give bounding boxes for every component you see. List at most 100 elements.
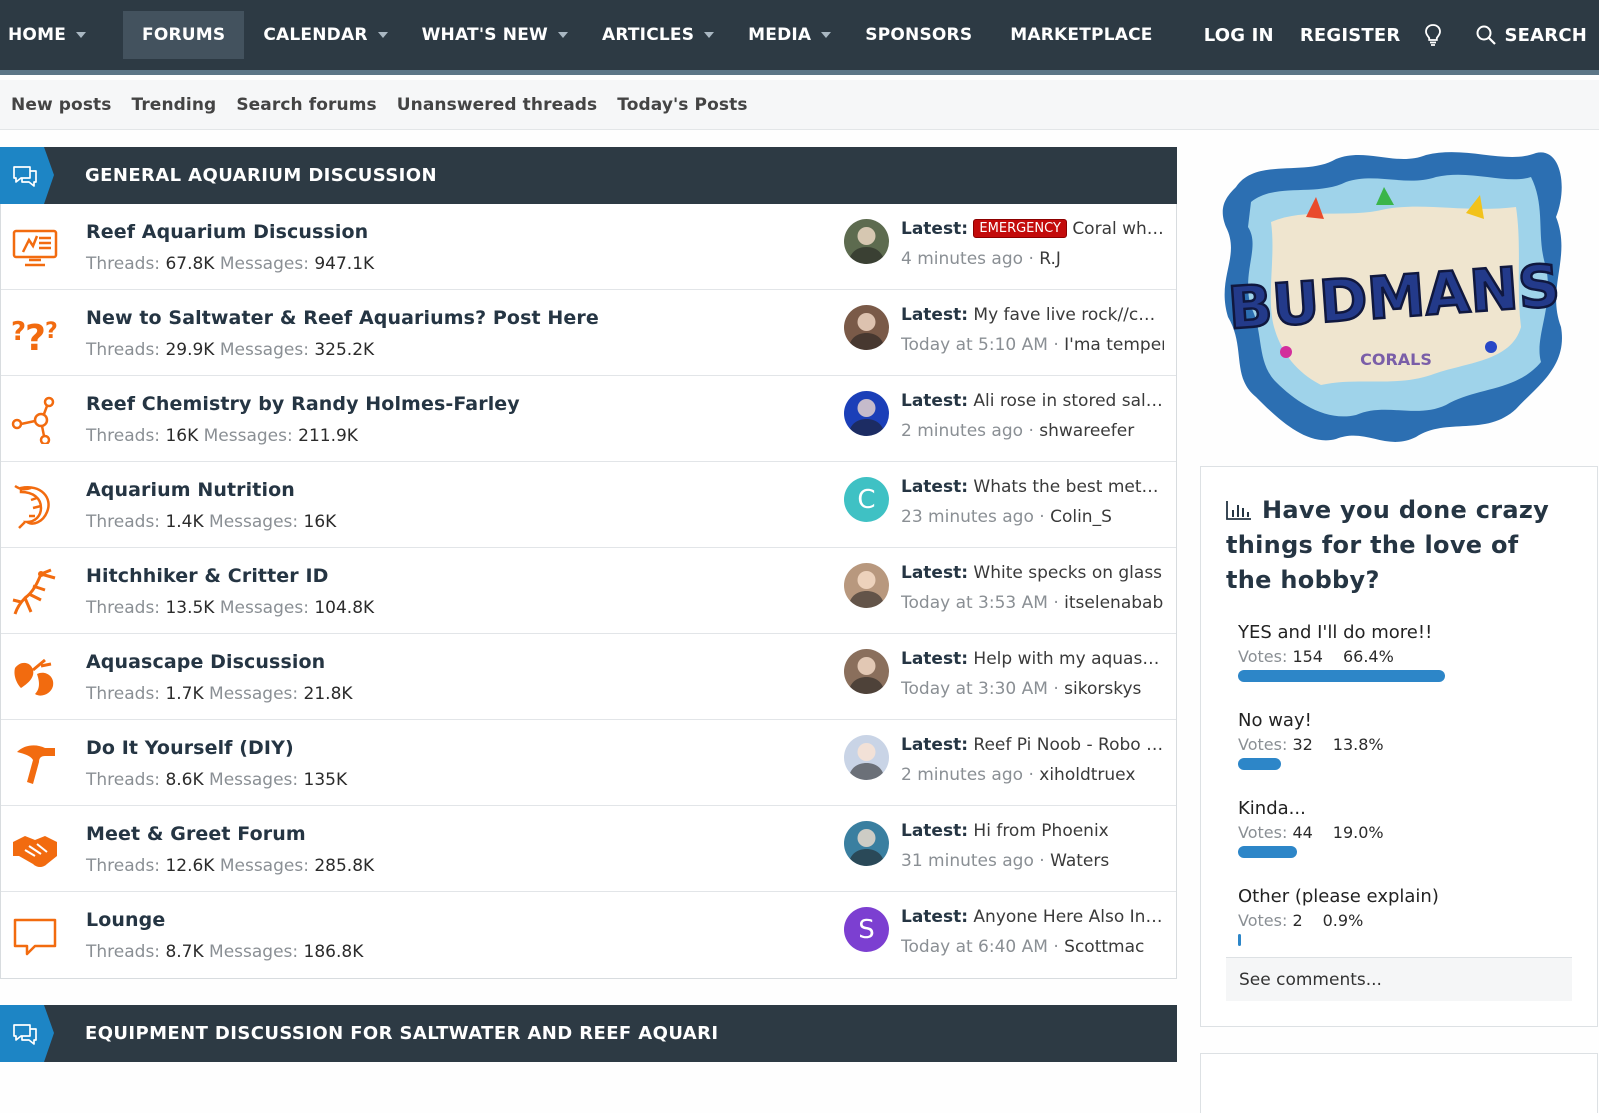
votes-count: 154 — [1292, 647, 1323, 666]
forum-node: Reef Aquarium Discussion Threads: 67.8K M… — [1, 204, 1176, 290]
nav-item-calendar[interactable]: CALENDAR — [254, 0, 396, 70]
forum-title-link[interactable]: Aquascape Discussion — [86, 651, 325, 673]
forum-title-link[interactable]: Hitchhiker & Critter ID — [86, 565, 329, 587]
sidebar: BUDMANS CORALS Have you done crazy thing… — [1200, 147, 1599, 1113]
subnav-search-forums[interactable]: Search forums — [236, 95, 376, 115]
chevron-down-icon[interactable] — [377, 32, 388, 38]
forum-stats: Threads: 1.7K Messages: 21.8K — [86, 684, 353, 704]
latest-time[interactable]: 2 minutes ago — [901, 421, 1023, 441]
forum-node: Do It Yourself (DIY) Threads: 8.6K Messag… — [1, 720, 1176, 806]
latest-time[interactable]: 2 minutes ago — [901, 765, 1023, 785]
chevron-down-icon[interactable] — [821, 32, 832, 38]
forum-stats: Threads: 8.6K Messages: 135K — [86, 770, 347, 790]
messages-label: Messages: — [209, 942, 299, 962]
latest-thread: Latest: Help with my aquascape — [901, 649, 1164, 669]
nav-item-home[interactable]: HOME — [0, 0, 95, 70]
latest-thread-link[interactable]: My fave live rock//coral... — [973, 305, 1164, 325]
search-icon — [1476, 25, 1497, 45]
latest-thread-link[interactable]: Help with my aquascape — [973, 649, 1164, 669]
nav-item-media[interactable]: MEDIA — [739, 0, 840, 70]
latest-thread-link[interactable]: Reef Pi Noob - Robo Ta... — [973, 735, 1164, 755]
subnav-unanswered-threads[interactable]: Unanswered threads — [397, 95, 598, 115]
svg-text:?: ? — [25, 318, 46, 358]
style-toggle-button[interactable] — [1413, 0, 1463, 70]
category-header: GENERAL AQUARIUM DISCUSSION — [0, 147, 1177, 204]
poll-option-votes: Votes: 44 19.0% — [1238, 823, 1572, 842]
latest-meta: Today at 6:40 AM · Scottmac — [901, 937, 1145, 957]
chevron-down-icon[interactable] — [704, 32, 715, 38]
chevron-down-icon[interactable] — [557, 32, 568, 38]
latest-time[interactable]: Today at 3:53 AM — [901, 593, 1048, 613]
forum-title-link[interactable]: Do It Yourself (DIY) — [86, 737, 294, 759]
avatar[interactable] — [844, 563, 889, 608]
subnav-today-s-posts[interactable]: Today's Posts — [617, 95, 747, 115]
latest-thread-link[interactable]: Coral whit... — [1072, 219, 1164, 239]
latest-user-link[interactable]: xiholdtruex — [1039, 765, 1135, 785]
forum-node: Aquascape Discussion Threads: 1.7K Messag… — [1, 634, 1176, 720]
latest-time[interactable]: 23 minutes ago — [901, 507, 1034, 527]
latest-user-link[interactable]: shwareefer — [1039, 421, 1134, 441]
votes-label: Votes: — [1238, 823, 1288, 842]
see-comments-link[interactable]: See comments... — [1226, 957, 1572, 1001]
latest-user-link[interactable]: sikorskys — [1064, 679, 1141, 699]
avatar[interactable]: S — [844, 907, 889, 952]
avatar[interactable] — [844, 821, 889, 866]
thread-prefix-badge[interactable]: EMERGENCY — [973, 219, 1067, 238]
poll-option-votes: Votes: 2 0.9% — [1238, 911, 1572, 930]
forum-title-link[interactable]: Meet & Greet Forum — [86, 823, 306, 845]
latest-time[interactable]: Today at 5:10 AM — [901, 335, 1048, 355]
latest-thread-link[interactable]: Ali rose in stored saltw... — [973, 391, 1164, 411]
category-title[interactable]: EQUIPMENT DISCUSSION FOR SALTWATER AND R… — [85, 1023, 718, 1044]
forum-stats: Threads: 12.6K Messages: 285.8K — [86, 856, 374, 876]
latest-label: Latest: — [901, 305, 969, 325]
forum-title-link[interactable]: Lounge — [86, 909, 165, 931]
forum-node: Hitchhiker & Critter ID Threads: 13.5K Me… — [1, 548, 1176, 634]
poll-bar-track — [1238, 846, 1548, 858]
latest-user-link[interactable]: Scottmac — [1064, 937, 1144, 957]
poll-option-label: No way! — [1238, 710, 1312, 731]
avatar[interactable] — [844, 649, 889, 694]
latest-thread-link[interactable]: Whats the best metho... — [973, 477, 1164, 497]
subnav-new-posts[interactable]: New posts — [11, 95, 112, 115]
nav-account: LOG IN REGISTER SEARCH — [1191, 0, 1599, 70]
latest-thread-link[interactable]: White specks on glass — [973, 563, 1162, 583]
lightbulb-icon — [1425, 24, 1442, 46]
latest-thread-link[interactable]: Anyone Here Also Into ... — [973, 907, 1164, 927]
forum-stats: Threads: 29.9K Messages: 325.2K — [86, 340, 374, 360]
subnav-trending[interactable]: Trending — [132, 95, 217, 115]
avatar[interactable] — [844, 219, 889, 264]
latest-time[interactable]: 4 minutes ago — [901, 249, 1023, 269]
poll-option-label: YES and I'll do more!! — [1238, 622, 1433, 643]
register-button[interactable]: REGISTER — [1287, 0, 1414, 70]
latest-time[interactable]: 31 minutes ago — [901, 851, 1034, 871]
budmans-corals-logo[interactable]: BUDMANS CORALS — [1216, 147, 1572, 452]
nav-item-sponsors[interactable]: SPONSORS — [856, 0, 981, 70]
avatar[interactable] — [844, 305, 889, 350]
category-title[interactable]: GENERAL AQUARIUM DISCUSSION — [85, 165, 437, 186]
latest-label: Latest: — [901, 391, 969, 411]
latest-user-link[interactable]: Colin_S — [1050, 507, 1112, 527]
forum-title-link[interactable]: New to Saltwater & Reef Aquariums? Post … — [86, 307, 599, 329]
latest-user-link[interactable]: itselenababe — [1064, 593, 1164, 613]
svg-text:?: ? — [45, 319, 58, 344]
avatar[interactable] — [844, 735, 889, 780]
forum-title-link[interactable]: Reef Aquarium Discussion — [86, 221, 368, 243]
chevron-down-icon[interactable] — [76, 32, 87, 38]
forum-title-link[interactable]: Aquarium Nutrition — [86, 479, 295, 501]
latest-time[interactable]: Today at 6:40 AM — [901, 937, 1048, 957]
nav-item-marketplace[interactable]: MARKETPLACE — [1001, 0, 1161, 70]
latest-user-link[interactable]: R.J — [1039, 249, 1061, 269]
avatar[interactable]: C — [844, 477, 889, 522]
forum-title-link[interactable]: Reef Chemistry by Randy Holmes-Farley — [86, 393, 520, 415]
latest-user-link[interactable]: I'ma temperm — [1064, 335, 1164, 355]
latest-user-link[interactable]: Waters — [1050, 851, 1109, 871]
login-button[interactable]: LOG IN — [1191, 0, 1287, 70]
nav-item-articles[interactable]: ARTICLES — [593, 0, 723, 70]
search-button[interactable]: SEARCH — [1463, 0, 1599, 70]
latest-thread-link[interactable]: Hi from Phoenix — [973, 821, 1108, 841]
latest-time[interactable]: Today at 3:30 AM — [901, 679, 1048, 699]
avatar[interactable] — [844, 391, 889, 436]
nav-item-forums[interactable]: FORUMS — [123, 11, 245, 59]
latest-thread: Latest: My fave live rock//coral... — [901, 305, 1164, 325]
nav-item-what-s-new[interactable]: WHAT'S NEW — [413, 0, 577, 70]
